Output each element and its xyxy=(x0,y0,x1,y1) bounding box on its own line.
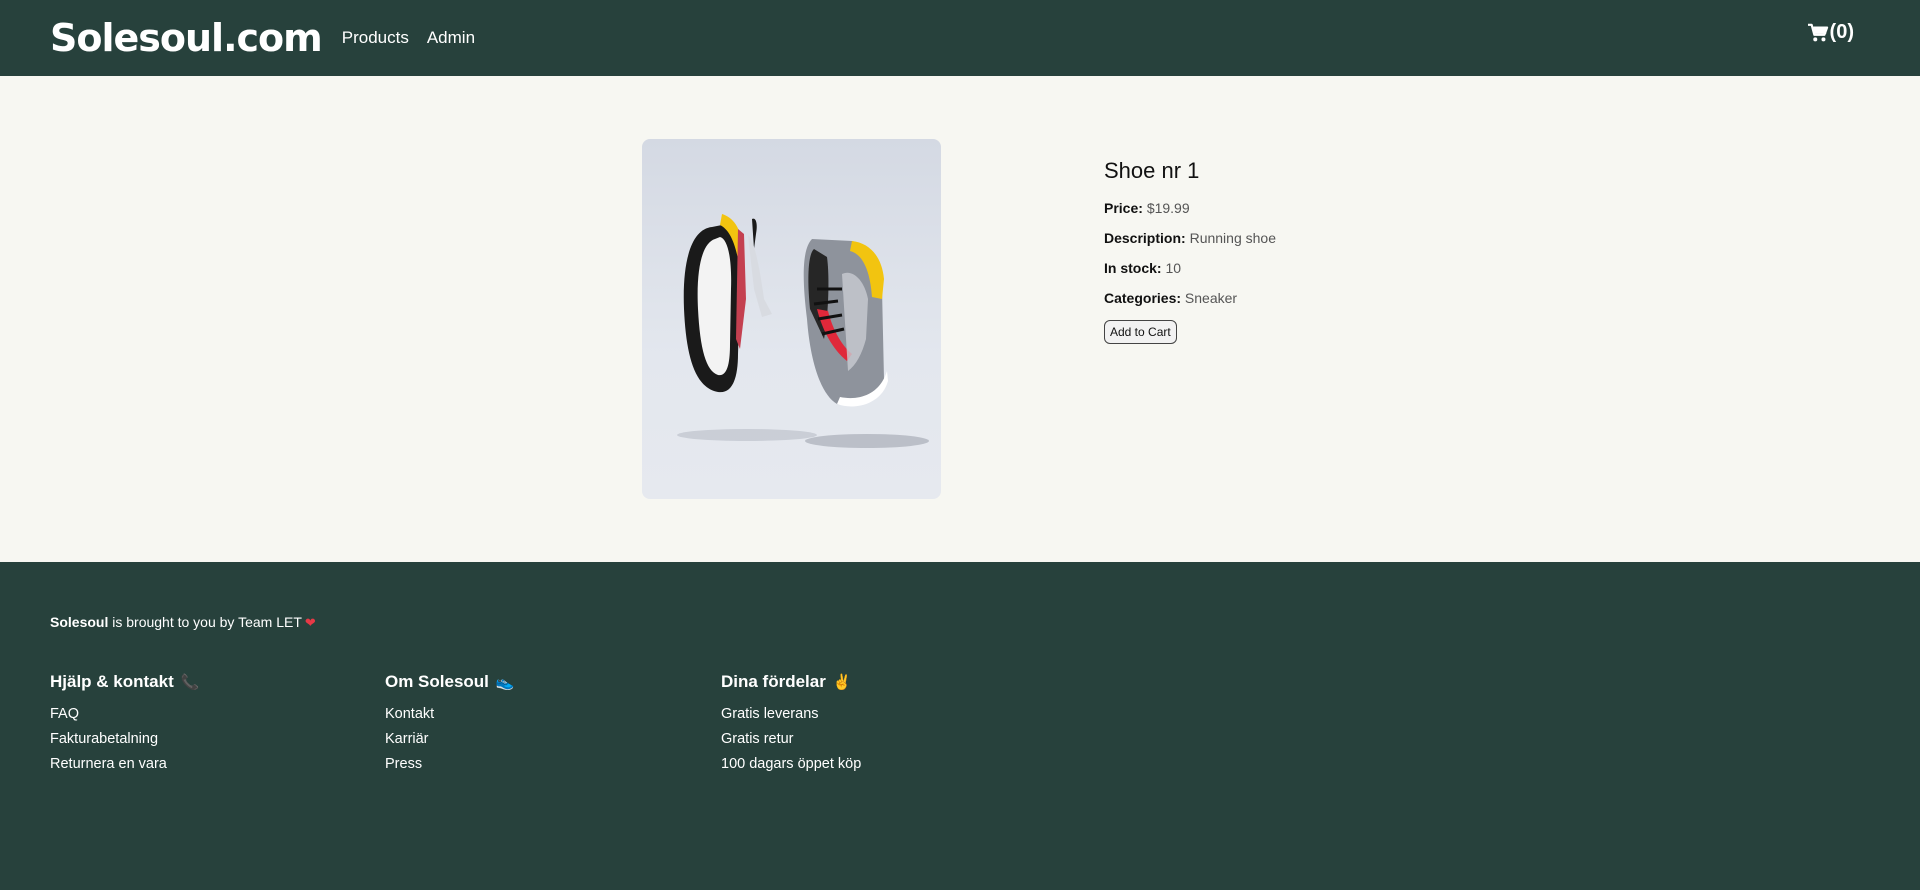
price-value: $19.99 xyxy=(1146,200,1190,216)
price-label: Price: xyxy=(1104,200,1143,216)
description-row: Description: Running shoe xyxy=(1104,230,1276,246)
categories-label: Categories: xyxy=(1104,290,1182,306)
stock-row: In stock: 10 xyxy=(1104,260,1276,276)
footer-intro: Solesoul is brought to you by Team LET ❤ xyxy=(50,614,316,631)
cart-button[interactable]: (0) xyxy=(1807,21,1854,44)
footer-link-returnera[interactable]: Returnera en vara xyxy=(50,756,199,772)
footer-link-karriar[interactable]: Karriär xyxy=(385,731,515,747)
product-title: Shoe nr 1 xyxy=(1104,158,1200,183)
cart-count: (0) xyxy=(1829,21,1854,43)
footer-column-title-text: Om Solesoul xyxy=(385,672,489,691)
footer-link-kontakt[interactable]: Kontakt xyxy=(385,706,515,722)
footer-link-gratis-leverans[interactable]: Gratis leverans xyxy=(721,706,861,722)
footer-column-title: Dina fördelar ✌ xyxy=(721,672,861,692)
footer-column-title-text: Hjälp & kontakt xyxy=(50,672,174,691)
price-row: Price: $19.99 xyxy=(1104,200,1276,216)
nav-link-products[interactable]: Products xyxy=(342,28,409,48)
add-to-cart-button[interactable]: Add to Cart xyxy=(1104,320,1177,344)
footer-column-help: Hjälp & kontakt 📞 FAQ Fakturabetalning R… xyxy=(50,672,199,781)
footer: Solesoul is brought to you by Team LET ❤ … xyxy=(0,562,1920,890)
heart-icon: ❤ xyxy=(304,615,316,630)
footer-column-about: Om Solesoul 👟 Kontakt Karriär Press xyxy=(385,672,515,781)
description-value: Running shoe xyxy=(1189,230,1276,246)
footer-link-oppet-kop[interactable]: 100 dagars öppet köp xyxy=(721,756,861,772)
navbar: Solesoul.com Products Admin (0) xyxy=(0,0,1920,76)
categories-row: Categories: Sneaker xyxy=(1104,290,1276,306)
nav-link-admin[interactable]: Admin xyxy=(427,28,475,48)
description-label: Description: xyxy=(1104,230,1186,246)
footer-link-press[interactable]: Press xyxy=(385,756,515,772)
sneaker-icon: 👟 xyxy=(495,674,515,691)
victory-hand-icon: ✌ xyxy=(832,674,852,691)
brand-logo-link[interactable]: Solesoul.com xyxy=(50,16,323,60)
product-image xyxy=(642,139,941,499)
footer-column-title-text: Dina fördelar xyxy=(721,672,826,691)
footer-brand: Solesoul xyxy=(50,614,109,630)
stock-label: In stock: xyxy=(1104,260,1162,276)
footer-column-title: Om Solesoul 👟 xyxy=(385,672,515,692)
product-detail: Shoe nr 1 Price: $19.99 Description: Run… xyxy=(0,76,1920,562)
product-details: Shoe nr 1 Price: $19.99 Description: Run… xyxy=(1104,158,1276,344)
footer-column-title: Hjälp & kontakt 📞 xyxy=(50,672,199,692)
footer-intro-text: is brought to you by Team LET xyxy=(108,614,302,630)
phone-icon: 📞 xyxy=(180,674,200,691)
shopping-cart-icon xyxy=(1807,23,1828,41)
footer-link-fakturabetalning[interactable]: Fakturabetalning xyxy=(50,731,199,747)
categories-value: Sneaker xyxy=(1184,290,1238,306)
stock-value: 10 xyxy=(1165,260,1182,276)
footer-link-gratis-retur[interactable]: Gratis retur xyxy=(721,731,861,747)
footer-link-faq[interactable]: FAQ xyxy=(50,706,199,722)
footer-column-benefits: Dina fördelar ✌ Gratis leverans Gratis r… xyxy=(721,672,861,781)
